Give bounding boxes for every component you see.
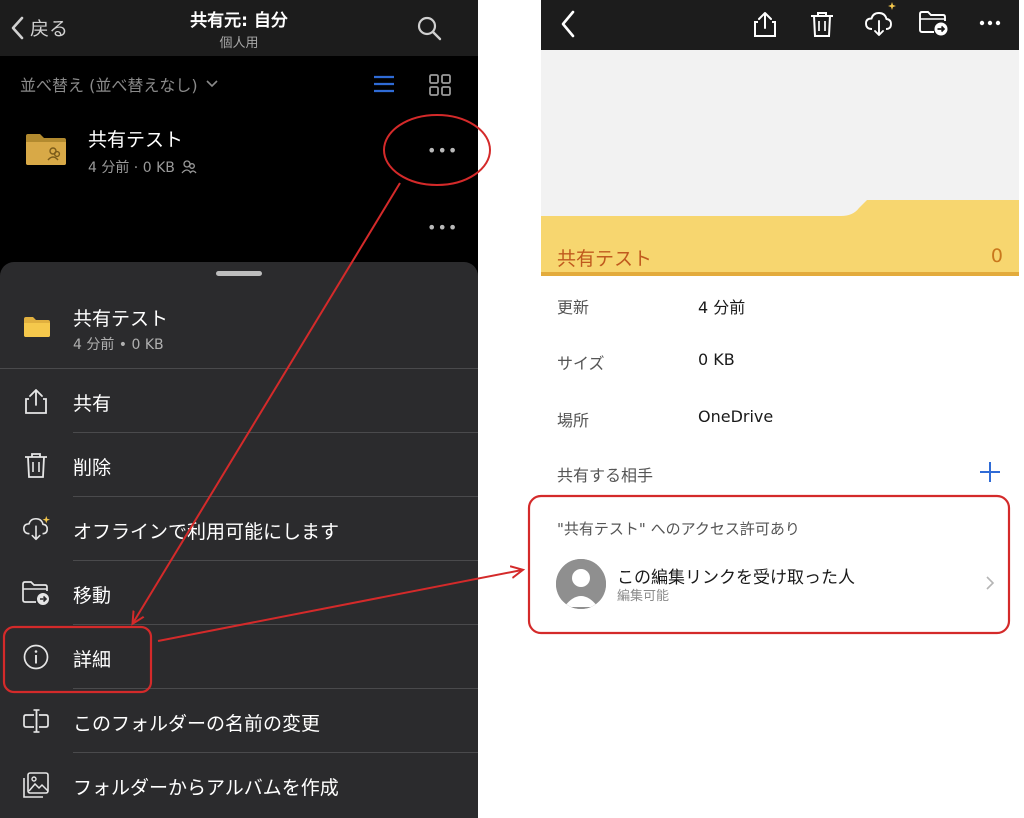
- shared-folder-icon: [24, 132, 68, 170]
- right-phone-screen: 共有テスト 0 更新 4 分前 サイズ 0 KB 場所 OneDrive 共有す…: [541, 0, 1019, 818]
- menu-item-offline[interactable]: オフラインで利用可能にします: [0, 497, 478, 561]
- album-icon: [22, 771, 50, 799]
- chevron-left-icon: [561, 10, 575, 38]
- menu-item-rename[interactable]: このフォルダーの名前の変更: [0, 689, 478, 753]
- avatar: [556, 559, 606, 609]
- person-icon: [556, 559, 606, 609]
- folder-icon: [23, 316, 51, 342]
- folder-preview: 共有テスト 0: [541, 50, 1019, 276]
- access-entry-permission: 編集可能: [617, 589, 670, 604]
- property-label: サイズ: [557, 354, 605, 373]
- folder-meta-text: 4 分前 · 0 KB: [88, 160, 175, 176]
- sheet-folder-name: 共有テスト: [73, 308, 169, 330]
- menu-item-label: フォルダーからアルバムを作成: [73, 777, 339, 799]
- folder-meta: 4 分前 · 0 KB: [88, 157, 197, 177]
- top-navigation-bar: 戻る 共有元: 自分 個人用: [0, 0, 478, 56]
- plus-icon: [980, 462, 1000, 482]
- access-section-title: "共有テスト" へのアクセス許可あり: [557, 520, 800, 538]
- menu-item-move[interactable]: 移動: [0, 561, 478, 625]
- sort-label: 並べ替え (並べ替えなし): [20, 76, 198, 95]
- property-modified: 更新 4 分前: [541, 284, 1019, 324]
- cloud-download-icon: [22, 515, 50, 543]
- cloud-download-icon: [865, 2, 896, 36]
- sheet-grabber[interactable]: [216, 271, 262, 276]
- back-button[interactable]: [559, 10, 577, 42]
- menu-item-label: このフォルダーの名前の変更: [73, 713, 321, 735]
- menu-item-details[interactable]: 詳細: [0, 625, 478, 689]
- rename-icon: [22, 707, 50, 735]
- trash-icon: [811, 12, 833, 37]
- sort-dropdown[interactable]: 並べ替え (並べ替えなし): [20, 72, 218, 96]
- more-options-button[interactable]: •••: [427, 218, 458, 237]
- share-icon: [754, 12, 776, 37]
- more-horizontal-icon: [979, 20, 1001, 26]
- left-phone-screen: 戻る 共有元: 自分 個人用 並べ替え (並べ替えなし) 共有テスト 4 分前 …: [0, 0, 478, 818]
- detail-toolbar: [541, 0, 1019, 50]
- menu-item-delete[interactable]: 削除: [0, 433, 478, 497]
- grid-view-icon: [429, 74, 451, 96]
- trash-icon: [22, 451, 50, 479]
- menu-item-create-album[interactable]: フォルダーからアルバムを作成: [0, 753, 478, 817]
- search-button[interactable]: [415, 14, 443, 46]
- offline-button[interactable]: [863, 0, 897, 42]
- chevron-right-icon: [986, 576, 995, 590]
- folder-name: 共有テスト: [88, 129, 184, 151]
- access-entry-chevron[interactable]: [985, 575, 995, 595]
- sheet-folder-meta: 4 分前 • 0 KB: [73, 337, 164, 353]
- list-item[interactable]: 共有テスト 4 分前 · 0 KB •••: [0, 116, 478, 188]
- more-options-button[interactable]: •••: [427, 141, 458, 160]
- grid-view-button[interactable]: [428, 73, 452, 101]
- property-label: 更新: [557, 298, 590, 317]
- property-location: 場所 OneDrive: [541, 397, 1019, 437]
- menu-item-label: 共有: [73, 393, 112, 415]
- property-value: 0 KB: [698, 350, 735, 369]
- add-people-button[interactable]: [978, 460, 1002, 488]
- action-sheet: 共有テスト 4 分前 • 0 KB 共有 削除 オフラインで利用可能にします 移…: [0, 262, 478, 818]
- search-icon: [417, 16, 442, 41]
- list-view-button[interactable]: [372, 74, 396, 98]
- share-button[interactable]: [752, 10, 778, 42]
- menu-item-label: 削除: [73, 457, 112, 479]
- sheet-header: 共有テスト 4 分前 • 0 KB: [0, 292, 478, 368]
- page-subtitle: 個人用: [219, 36, 259, 51]
- menu-item-label: 移動: [73, 585, 112, 607]
- folder-thumbnail: [541, 200, 1019, 276]
- list-view-icon: [374, 75, 394, 93]
- move-button[interactable]: [919, 10, 949, 40]
- menu-item-label: オフラインで利用可能にします: [73, 521, 340, 543]
- property-value[interactable]: OneDrive: [698, 407, 773, 426]
- info-icon: [22, 643, 50, 671]
- chevron-down-icon: [206, 80, 218, 88]
- more-options-button[interactable]: [979, 12, 1001, 38]
- shared-people-icon: [181, 160, 197, 174]
- preview-item-count: 0: [990, 245, 1003, 267]
- delete-button[interactable]: [809, 10, 835, 42]
- property-value: 4 分前: [698, 298, 746, 317]
- move-folder-icon: [919, 11, 948, 36]
- shared-with-label: 共有する相手: [557, 466, 654, 485]
- comparison-screenshot: 戻る 共有元: 自分 個人用 並べ替え (並べ替えなし) 共有テスト 4 分前 …: [0, 0, 1024, 818]
- property-label: 場所: [557, 411, 590, 430]
- preview-folder-name: 共有テスト: [557, 248, 653, 270]
- property-size: サイズ 0 KB: [541, 340, 1019, 380]
- menu-item-label: 詳細: [73, 649, 112, 671]
- menu-item-share[interactable]: 共有: [0, 369, 478, 433]
- share-icon: [22, 387, 50, 415]
- move-folder-icon: [22, 579, 50, 607]
- page-title: 共有元: 自分: [190, 11, 288, 31]
